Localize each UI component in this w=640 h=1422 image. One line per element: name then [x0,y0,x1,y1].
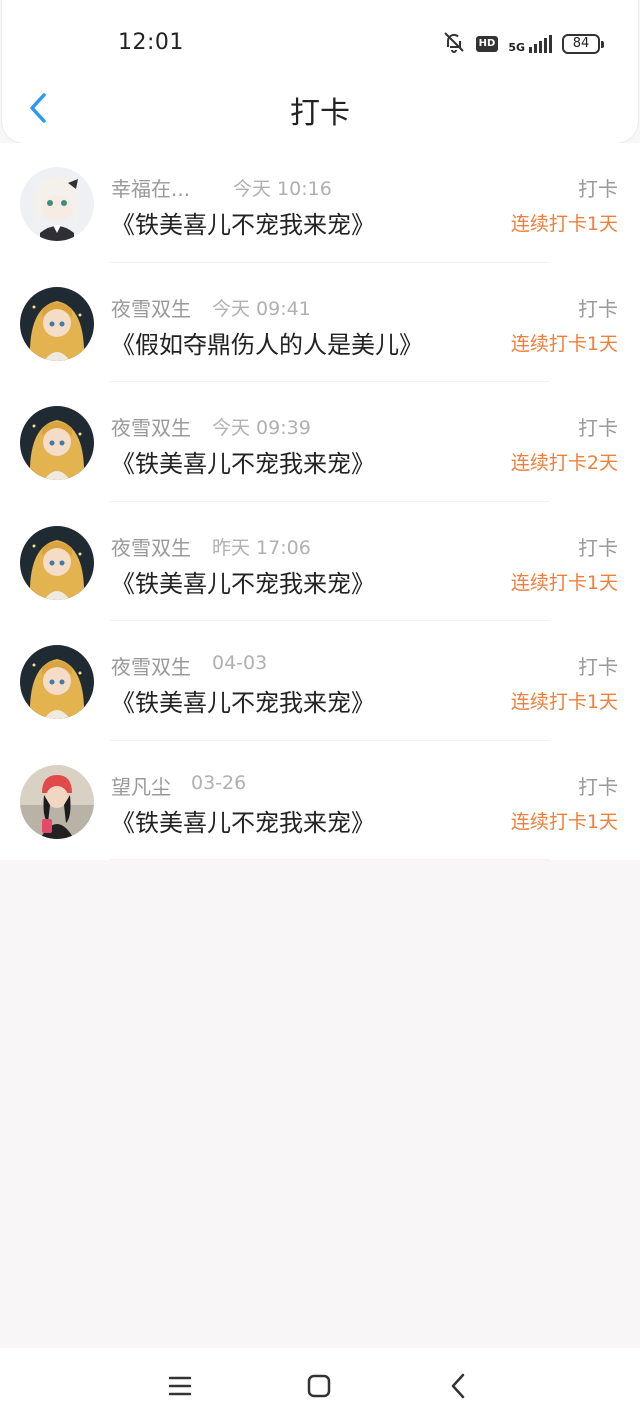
top-app-bar: 12:01 HD 5G 84 打卡 [2,0,638,143]
user-name: 望凡尘 [111,774,171,799]
book-title: 《铁美喜儿不宠我来宠》 [111,450,375,478]
list-item[interactable]: 夜雪双生 昨天 17:06 《铁美喜儿不宠我来宠》 打卡 连续打卡1天 [0,502,640,621]
home-square-icon [307,1374,331,1398]
battery-icon: 84 [562,34,604,54]
book-title: 《铁美喜儿不宠我来宠》 [111,689,375,717]
hd-icon: HD [475,36,499,52]
signal-5g-icon: 5G [508,35,552,53]
avatar[interactable] [20,406,94,480]
system-nav-bar [0,1348,640,1422]
status-time: 12:01 [118,30,184,55]
checkin-label: 打卡 [578,655,618,679]
checkin-label: 打卡 [578,416,618,440]
list-item[interactable]: 夜雪双生 今天 09:39 《铁美喜儿不宠我来宠》 打卡 连续打卡2天 [0,382,640,502]
book-title: 《铁美喜儿不宠我来宠》 [111,808,375,837]
checkin-time: 今天 10:16 [233,178,332,200]
page-title: 打卡 [290,96,350,131]
book-title: 《假如夺鼎伤人的人是美儿》 [111,330,423,359]
book-title: 《铁美喜儿不宠我来宠》 [111,211,375,239]
bell-muted-icon [442,30,466,58]
streak-label: 连续打卡1天 [510,213,618,235]
divider [110,859,550,860]
book-title: 《铁美喜儿不宠我来宠》 [111,569,375,598]
list-item[interactable]: 幸福在... 今天 10:16 《铁美喜儿不宠我来宠》 打卡 连续打卡1天 [0,143,640,263]
user-name: 夜雪双生 [111,655,191,679]
avatar[interactable] [20,167,94,241]
avatar[interactable] [20,764,94,839]
checkin-list: 幸福在... 今天 10:16 《铁美喜儿不宠我来宠》 打卡 连续打卡1天 夜雪… [0,143,640,860]
streak-label: 连续打卡1天 [510,571,618,594]
user-name: 夜雪双生 [111,416,191,440]
home-button[interactable] [303,1370,335,1402]
list-item[interactable]: 夜雪双生 04-03 《铁美喜儿不宠我来宠》 打卡 连续打卡1天 [0,621,640,741]
streak-label: 连续打卡1天 [510,691,618,713]
checkin-label: 打卡 [578,177,618,201]
streak-label: 连续打卡1天 [510,332,618,355]
list-item[interactable]: 望凡尘 03-26 《铁美喜儿不宠我来宠》 打卡 连续打卡1天 [0,741,640,860]
streak-label: 连续打卡2天 [510,452,618,474]
checkin-time: 03-26 [191,771,247,794]
streak-label: 连续打卡1天 [510,810,618,833]
avatar[interactable] [20,645,94,719]
checkin-time: 今天 09:41 [212,297,311,320]
menu-icon [168,1376,192,1396]
list-item[interactable]: 夜雪双生 今天 09:41 《假如夺鼎伤人的人是美儿》 打卡 连续打卡1天 [0,263,640,382]
checkin-time: 今天 09:39 [212,417,311,439]
user-name: 幸福在... [111,177,191,201]
user-name: 夜雪双生 [111,535,191,560]
menu-button[interactable] [164,1370,196,1402]
checkin-time: 昨天 17:06 [212,536,311,559]
avatar[interactable] [20,286,94,361]
checkin-label: 打卡 [578,774,618,799]
network-label: 5G [508,41,525,54]
user-name: 夜雪双生 [111,296,191,321]
status-icons: HD 5G 84 [442,30,604,58]
avatar[interactable] [20,525,94,600]
system-back-button[interactable] [442,1370,474,1402]
checkin-label: 打卡 [578,296,618,321]
checkin-label: 打卡 [578,535,618,560]
back-triangle-icon [451,1373,465,1399]
checkin-time: 04-03 [212,652,268,674]
